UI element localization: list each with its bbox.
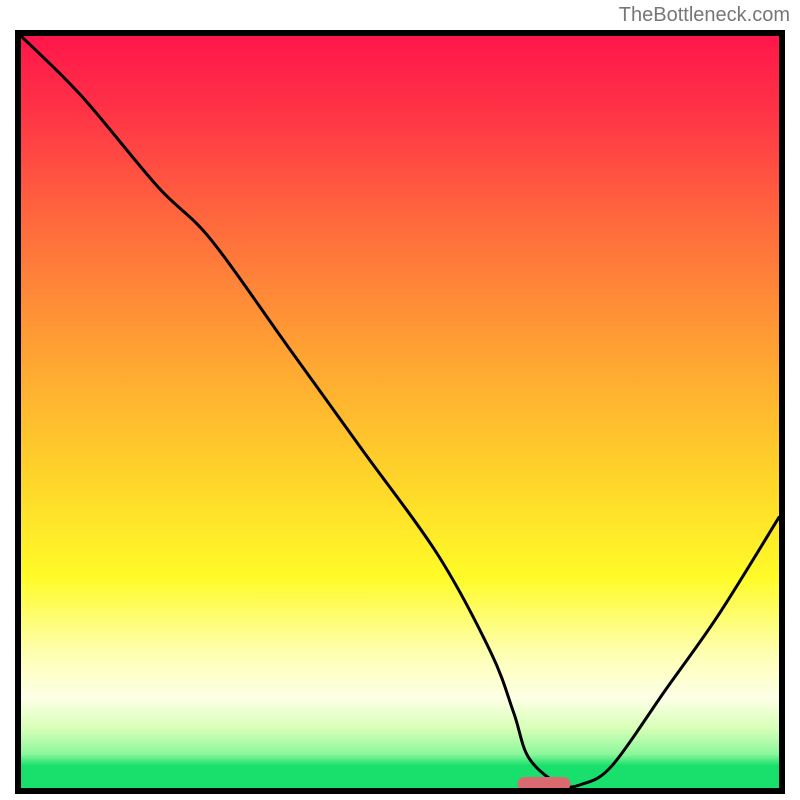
site-watermark: TheBottleneck.com [619,4,790,27]
optimal-range-marker [517,777,570,791]
plot-frame [15,30,785,794]
bottleneck-curve [21,36,779,788]
chart-container: TheBottleneck.com [0,0,800,800]
